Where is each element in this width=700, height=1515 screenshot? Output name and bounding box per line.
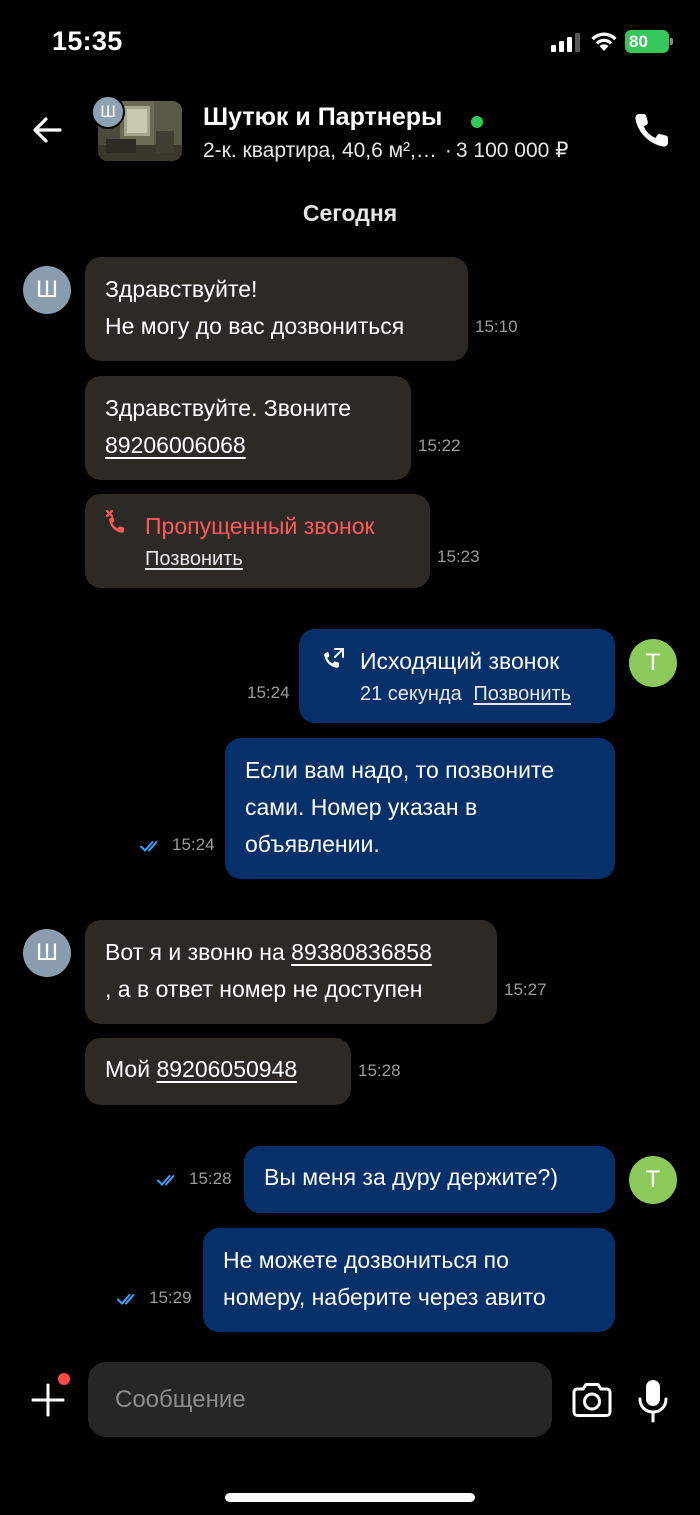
double-check-read-icon	[157, 1174, 175, 1186]
message-input[interactable]	[88, 1362, 552, 1437]
message-time: 15:23	[437, 547, 480, 566]
message-status: 15:29	[117, 1288, 192, 1308]
notification-dot	[58, 1373, 70, 1385]
message-time: 15:29	[149, 1288, 192, 1307]
message-text: Не можете дозвониться по	[223, 1247, 509, 1273]
sender-avatar[interactable]: Ш	[23, 266, 71, 314]
user-avatar[interactable]: Т	[629, 1156, 677, 1204]
listing-price: 3 100 000 ₽	[455, 139, 569, 162]
outgoing-call-icon	[324, 648, 344, 668]
missed-call-title: Пропущенный звонок	[145, 513, 375, 539]
listing-title: 2-к. квартира, 40,6 м²,…	[203, 139, 437, 162]
message-text: объявлении.	[245, 831, 380, 857]
seller-avatar-small: Ш	[91, 95, 125, 129]
listing-summary[interactable]: 2-к. квартира, 40,6 м²,… · 3 100 000 ₽	[203, 138, 569, 163]
message-text: номеру, наберите через авито	[223, 1284, 546, 1310]
missed-call-icon	[105, 509, 124, 533]
call-back-link[interactable]: Позвонить	[473, 683, 571, 705]
phone-number-link[interactable]: 89206050948	[156, 1056, 297, 1082]
message-text: Вот я и звоню на	[105, 939, 285, 965]
outgoing-call-bubble[interactable]: Исходящий звонок 21 секунда Позвонить	[299, 629, 615, 723]
message-time: 15:22	[418, 436, 461, 455]
message-time: 15:24	[172, 835, 215, 854]
message-time: 15:10	[475, 317, 518, 336]
message-text: Здравствуйте!	[105, 276, 258, 302]
message-bubble-incoming[interactable]: Здравствуйте! Не могу до вас дозвониться	[85, 257, 468, 361]
sender-avatar[interactable]: Ш	[23, 929, 71, 977]
message-bubble-incoming[interactable]: Мой 89206050948	[85, 1038, 351, 1105]
message-time: 15:24	[247, 683, 290, 702]
message-text: Если вам надо, то позвоните	[245, 757, 555, 783]
message-bubble-incoming[interactable]: Здравствуйте. Звоните 89206006068	[85, 376, 411, 480]
battery-level: 80	[629, 31, 648, 51]
user-avatar[interactable]: Т	[629, 639, 677, 687]
message-status: 15:28	[157, 1169, 232, 1189]
message-bubble-incoming[interactable]: Вот я и звоню на 89380836858 , а в ответ…	[85, 920, 497, 1024]
call-back-link[interactable]: Позвонить	[145, 545, 410, 573]
battery-icon: 80	[625, 30, 673, 53]
phone-number-link[interactable]: 89380836858	[291, 939, 432, 965]
message-text: Не могу до вас дозвониться	[105, 313, 405, 339]
message-text: сами. Номер указан в	[245, 794, 478, 820]
message-bubble-outgoing[interactable]: Если вам надо, то позвоните сами. Номер …	[225, 738, 615, 879]
wifi-icon	[591, 32, 617, 51]
add-attachment-icon[interactable]	[28, 1380, 68, 1420]
call-duration: 21 секунда	[360, 683, 462, 705]
back-arrow-icon[interactable]	[28, 110, 68, 150]
double-check-read-icon	[140, 840, 158, 852]
outgoing-call-title: Исходящий звонок	[360, 648, 560, 674]
date-separator: Сегодня	[302, 200, 398, 226]
message-text: Мой	[105, 1056, 151, 1082]
phone-call-icon[interactable]	[630, 108, 674, 152]
double-check-read-icon	[117, 1293, 135, 1305]
microphone-icon[interactable]	[636, 1378, 670, 1424]
message-text: Здравствуйте. Звоните	[105, 395, 352, 421]
message-status: 15:24	[140, 835, 215, 855]
missed-call-bubble[interactable]: Пропущенный звонок Позвонить	[85, 494, 430, 588]
message-bubble-outgoing[interactable]: Вы меня за дуру держите?)	[244, 1146, 615, 1213]
message-time: 15:28	[358, 1061, 401, 1080]
home-indicator[interactable]	[225, 1493, 475, 1502]
message-bubble-outgoing[interactable]: Не можете дозвониться по номеру, наберит…	[203, 1228, 615, 1332]
cellular-signal-icon	[551, 33, 580, 52]
online-status-indicator	[471, 116, 483, 128]
status-time: 15:35	[52, 26, 123, 56]
message-text: Вы меня за дуру держите?)	[264, 1164, 558, 1190]
message-text: , а в ответ номер не доступен	[105, 976, 423, 1002]
chat-title[interactable]: Шутюк и Партнеры	[203, 103, 442, 132]
camera-icon[interactable]	[570, 1380, 614, 1420]
phone-number-link[interactable]: 89206006068	[105, 432, 246, 458]
message-time: 15:28	[189, 1169, 232, 1188]
message-time: 15:27	[504, 980, 547, 999]
